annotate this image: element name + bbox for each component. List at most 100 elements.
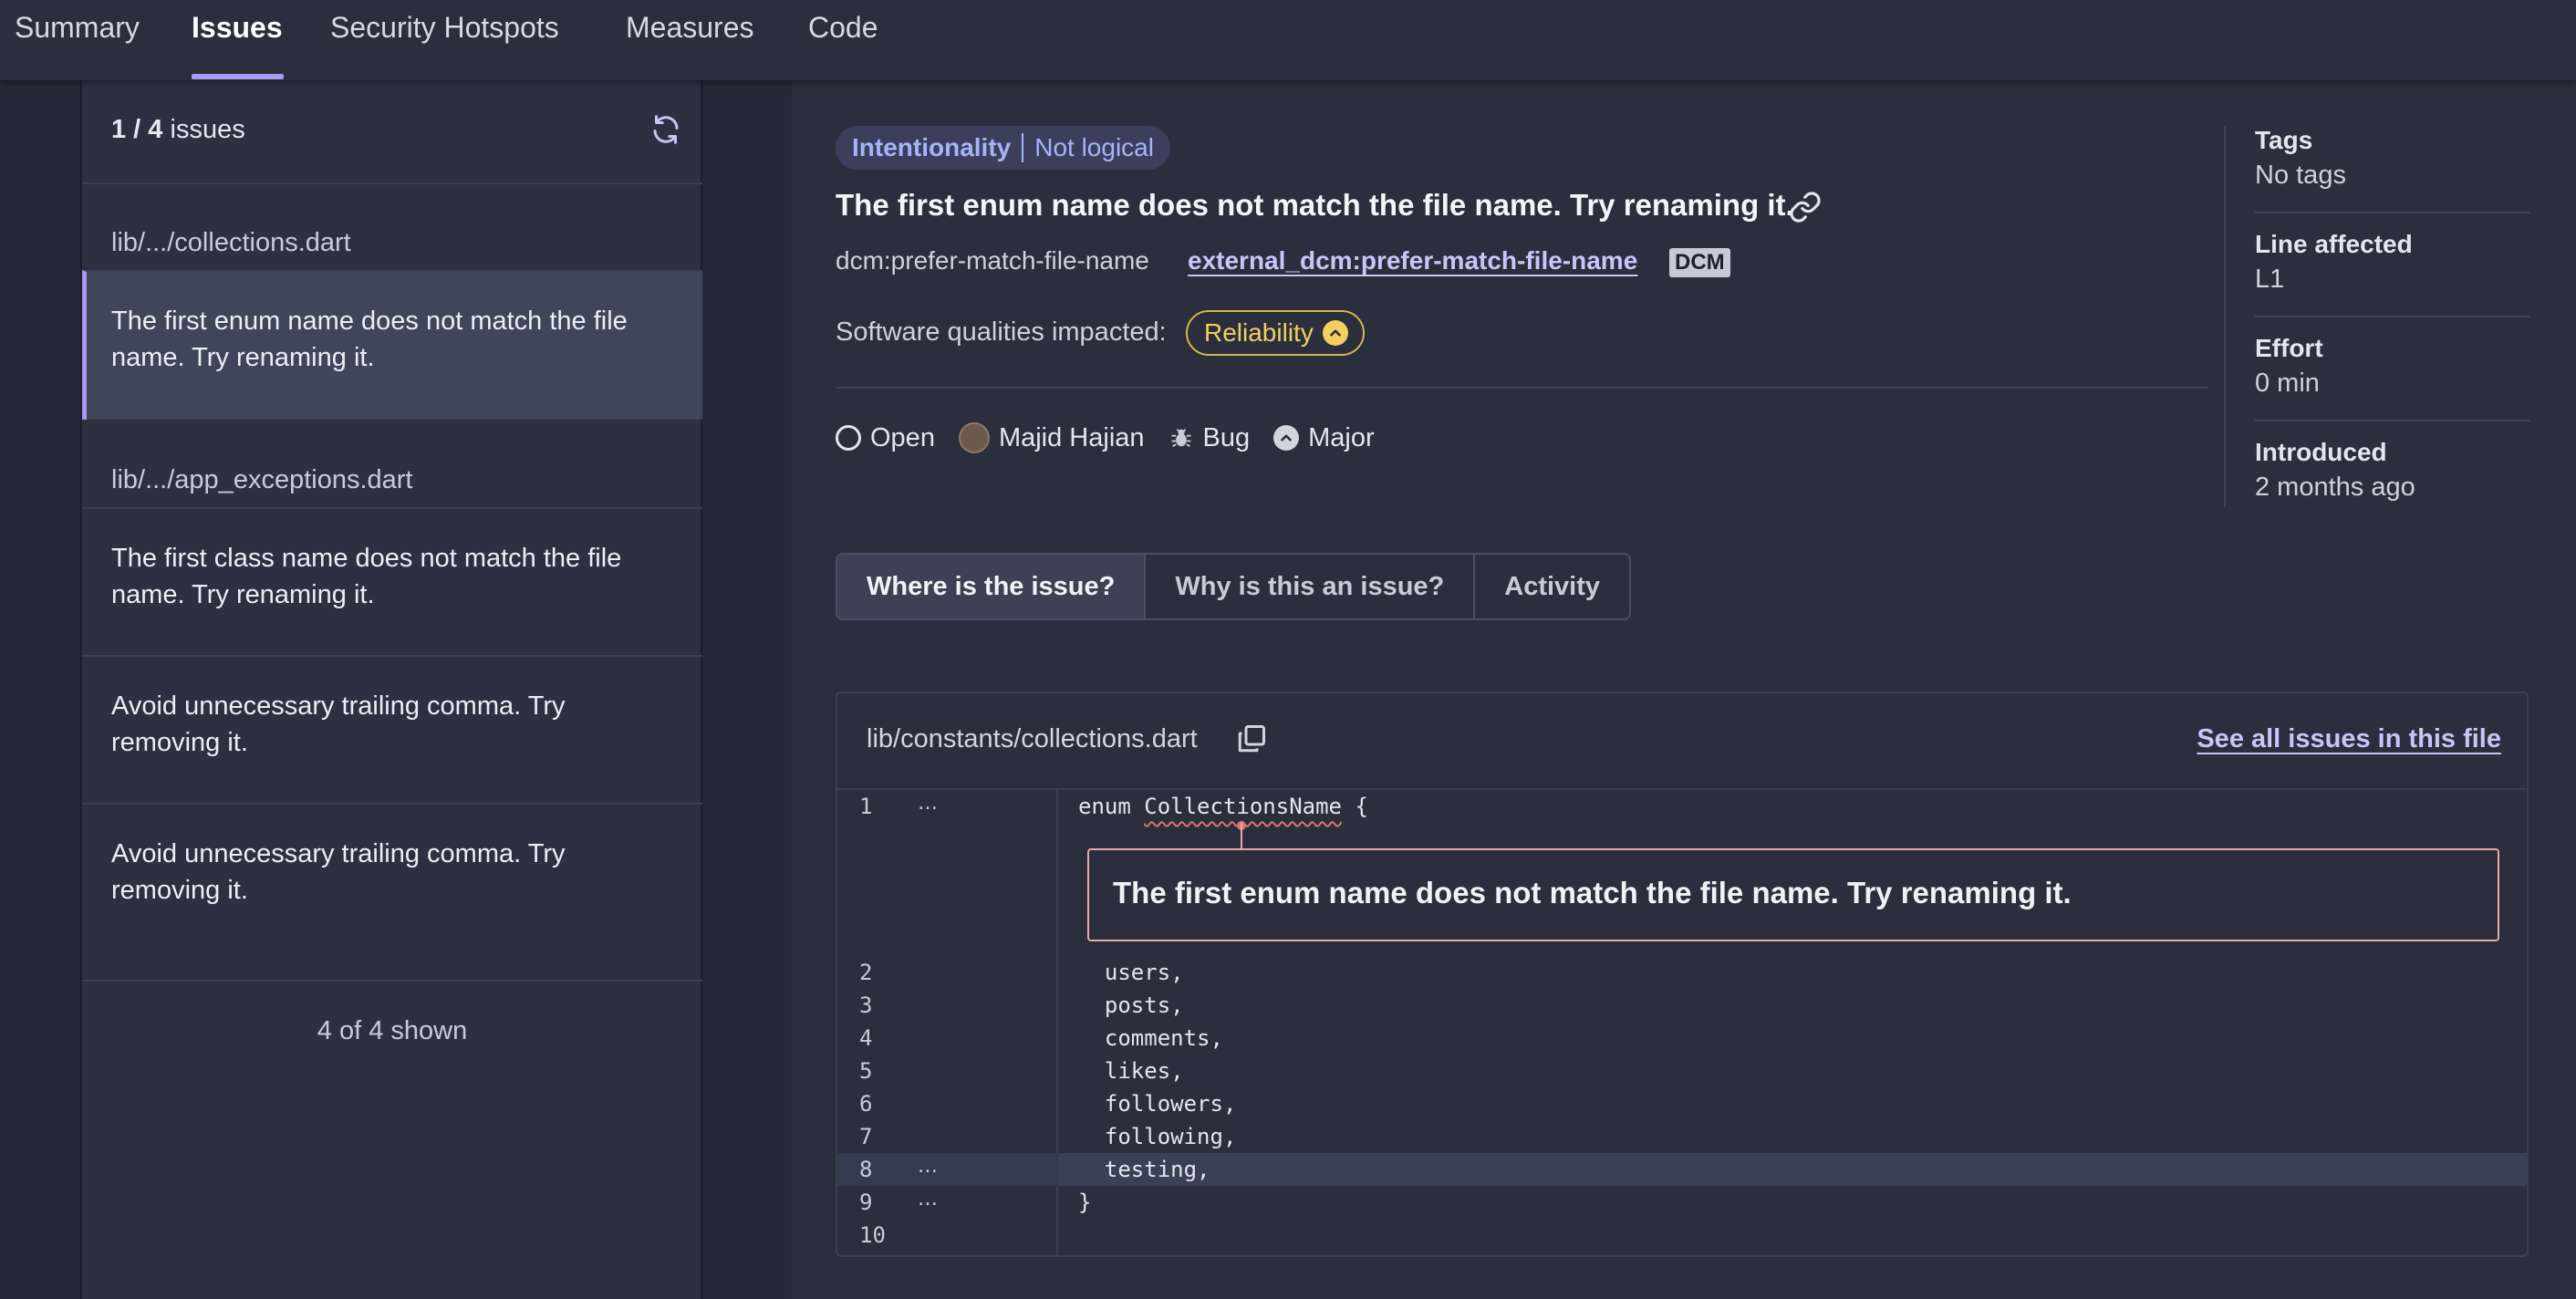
active-tab-indicator xyxy=(192,74,284,79)
section-divider xyxy=(836,387,2207,389)
code-line-highlighted: 8 … testing, xyxy=(837,1153,2527,1186)
code-text: enum CollectionsName { xyxy=(1078,794,1368,819)
tab-issues[interactable]: Issues xyxy=(192,11,283,45)
introduced-value: 2 months ago xyxy=(2255,473,2415,502)
line-number: 5 xyxy=(859,1058,873,1084)
file-group-label: lib/.../collections.dart xyxy=(111,228,351,257)
line-number: 9 xyxy=(859,1190,873,1215)
panel-gutter xyxy=(701,80,792,1299)
tab-why-is-issue[interactable]: Why is this an issue? xyxy=(1146,555,1476,618)
rule-link[interactable]: external_dcm:prefer-match-file-name xyxy=(1188,246,1637,275)
issue-list-item[interactable]: Avoid unnecessary trailing comma. Try re… xyxy=(82,803,702,982)
issue-list-panel: 1 / 4 issues lib/.../collections.dart Th… xyxy=(80,80,702,1299)
expand-ellipsis[interactable]: … xyxy=(918,1155,938,1178)
shown-count: 4 of 4 shown xyxy=(82,980,702,1046)
meta-separator xyxy=(2255,212,2530,213)
issue-list-item[interactable]: The first class name does not match the … xyxy=(82,507,702,657)
line-affected-block: Line affected L1 xyxy=(2255,230,2529,295)
issue-list-item[interactable]: Avoid unnecessary trailing comma. Try re… xyxy=(82,655,702,805)
tab-code[interactable]: Code xyxy=(808,11,878,45)
expand-ellipsis[interactable]: … xyxy=(918,792,938,815)
line-affected-label: Line affected xyxy=(2255,230,2413,258)
meta-separator xyxy=(2255,420,2530,421)
line-number: 8 xyxy=(859,1157,873,1182)
meta-separator xyxy=(2255,316,2530,317)
code-line: 6 followers, xyxy=(837,1087,2527,1120)
rule-repository-badge: DCM xyxy=(1669,248,1730,277)
issue-detail: Intentionality Not logical The first enu… xyxy=(792,80,2576,1299)
copy-icon[interactable] xyxy=(1235,722,1268,755)
issue-item-text: Avoid unnecessary trailing comma. Try re… xyxy=(111,691,566,757)
introduced-label: Introduced xyxy=(2255,438,2387,466)
issue-detail-tabs: Where is the issue? Why is this an issue… xyxy=(836,553,1632,620)
file-group-label: lib/.../app_exceptions.dart xyxy=(111,465,413,494)
pill-separator xyxy=(1022,133,1024,162)
clean-code-attribute-pill[interactable]: Intentionality Not logical xyxy=(836,126,1170,170)
attribute-sub-label: Not logical xyxy=(1034,133,1154,161)
line-affected-value: L1 xyxy=(2255,265,2285,294)
tab-security-hotspots[interactable]: Security Hotspots xyxy=(330,11,559,45)
code-viewer: lib/constants/collections.dart See all i… xyxy=(836,691,2529,1257)
code-text: likes, xyxy=(1078,1058,1184,1084)
line-number: 4 xyxy=(859,1025,873,1051)
meta-divider xyxy=(2224,126,2226,507)
code-line: 5 likes, xyxy=(837,1055,2527,1087)
severity-label: Major xyxy=(1308,422,1375,452)
inline-issue-message: The first enum name does not match the f… xyxy=(1087,848,2499,941)
issue-list-header: 1 / 4 issues xyxy=(82,80,702,184)
issue-type: Bug xyxy=(1169,423,1250,453)
code-text: } xyxy=(1078,1190,1092,1215)
permalink-icon[interactable] xyxy=(1788,190,1823,224)
file-path: lib/constants/collections.dart xyxy=(867,724,1198,753)
effort-label: Effort xyxy=(2255,334,2323,362)
issue-title: The first enum name does not match the f… xyxy=(836,188,1794,222)
quality-label: Reliability xyxy=(1204,318,1314,347)
line-number: 6 xyxy=(859,1091,873,1117)
effort-value: 0 min xyxy=(2255,369,2320,398)
effort-block: Effort 0 min xyxy=(2255,334,2529,399)
code-line: 3 posts, xyxy=(837,989,2527,1022)
see-all-issues-link[interactable]: See all issues in this file xyxy=(2197,724,2501,754)
code-text: users, xyxy=(1078,960,1184,985)
assignee-control[interactable]: Majid Hajian xyxy=(958,422,1145,453)
reliability-quality-pill[interactable]: Reliability xyxy=(1186,310,1365,356)
tags-value[interactable]: No tags xyxy=(2255,161,2529,191)
code-line: 2 users, xyxy=(837,956,2527,989)
line-number: 2 xyxy=(859,960,873,985)
code-body: 1 … enum CollectionsName { The first enu… xyxy=(837,790,2527,1255)
line-number: 7 xyxy=(859,1124,873,1149)
code-line: 9 … } xyxy=(837,1186,2527,1219)
introduced-block: Introduced 2 months ago xyxy=(2255,438,2529,503)
top-navigation: Summary Issues Security Hotspots Measure… xyxy=(0,0,2576,80)
refresh-icon[interactable] xyxy=(649,113,682,146)
tab-measures[interactable]: Measures xyxy=(626,11,754,45)
tab-activity[interactable]: Activity xyxy=(1475,555,1629,618)
line-number: 1 xyxy=(859,794,873,819)
tab-where-is-issue[interactable]: Where is the issue? xyxy=(837,555,1147,618)
tags-label: Tags xyxy=(2255,126,2313,154)
bug-icon xyxy=(1171,429,1191,448)
issue-list-item[interactable]: The first enum name does not match the f… xyxy=(82,270,702,420)
issue-severity: Major xyxy=(1273,423,1375,453)
code-line: 7 following, xyxy=(837,1120,2527,1153)
software-qualities-label: Software qualities impacted: xyxy=(836,317,1167,347)
major-severity-icon xyxy=(1273,425,1300,451)
issue-message-pointer xyxy=(1241,823,1242,850)
line-number: 10 xyxy=(859,1222,886,1248)
attribute-label: Intentionality xyxy=(852,133,1012,161)
issue-count: 1 / 4 issues xyxy=(111,115,245,144)
code-viewer-header: lib/constants/collections.dart See all i… xyxy=(837,693,2527,790)
code-line: 10 xyxy=(837,1219,2527,1252)
issue-item-text: The first class name does not match the … xyxy=(111,544,622,609)
code-text: posts, xyxy=(1078,992,1184,1018)
issue-item-text: Avoid unnecessary trailing comma. Try re… xyxy=(111,839,566,905)
code-text: comments, xyxy=(1078,1025,1223,1051)
code-text: followers, xyxy=(1078,1091,1237,1117)
expand-ellipsis[interactable]: … xyxy=(918,1188,938,1211)
code-line: 4 comments, xyxy=(837,1022,2527,1055)
avatar xyxy=(958,422,990,453)
open-status-icon xyxy=(836,425,861,451)
status-control[interactable]: Open xyxy=(836,423,935,453)
tab-summary[interactable]: Summary xyxy=(15,11,140,45)
left-gutter xyxy=(0,80,80,1299)
